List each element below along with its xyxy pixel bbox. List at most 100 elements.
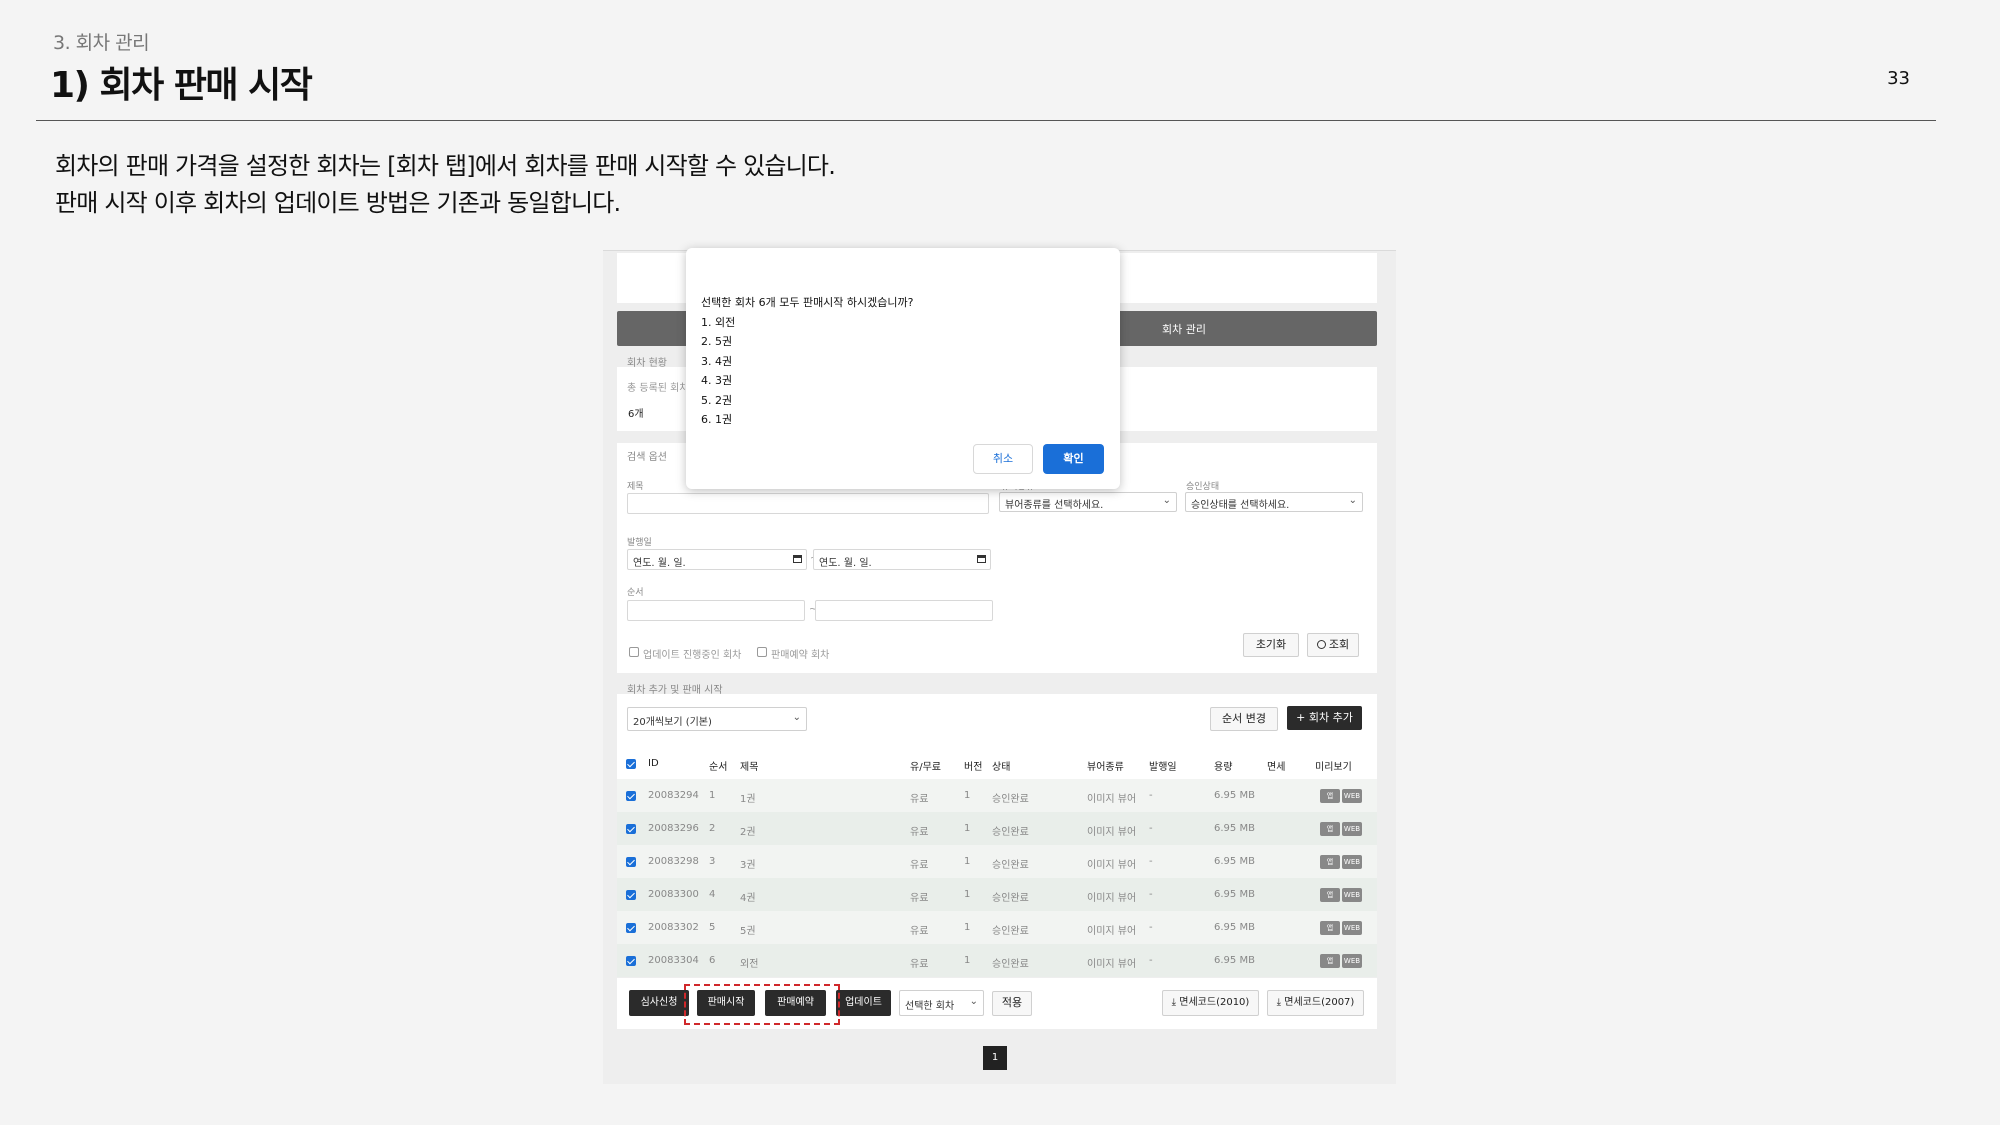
tax-code-2007-button[interactable]: ⤓ 면세코드(2007) (1267, 990, 1364, 1016)
cell-paid: 유료 (910, 893, 929, 904)
search-button[interactable]: 조회 (1307, 633, 1359, 657)
dialog-list-item: 6. 1권 (701, 413, 733, 427)
table-row[interactable]: 20083300 4 4권 유료 1 승인완료 이미지 뷰어 - 6.95 MB 앱 WEB (617, 878, 1377, 911)
page-button-current[interactable]: 1 (983, 1046, 1007, 1070)
highlight-box (684, 984, 840, 1025)
cell-size: 6.95 MB (1214, 790, 1255, 801)
cell-title: 4권 (740, 893, 756, 904)
page-size-value: 20개씩보기 (기본) (633, 717, 712, 728)
preview-web-button[interactable]: WEB (1342, 921, 1362, 935)
cell-id: 20083296 (648, 823, 699, 834)
calendar-icon[interactable] (793, 555, 802, 563)
target-select[interactable]: 선택한 회차 ⌄ (899, 990, 984, 1016)
table-row[interactable]: 20083294 1 1권 유료 1 승인완료 이미지 뷰어 - 6.95 MB 앱 WEB (617, 779, 1377, 812)
preview-web-button[interactable]: WEB (1342, 822, 1362, 836)
total-episodes-label: 총 등록된 회차 (627, 383, 689, 394)
cell-order: 1 (709, 790, 716, 801)
cell-title: 5권 (740, 926, 756, 937)
select-all-checkbox[interactable] (626, 759, 636, 769)
total-episodes-value: 6개 (628, 409, 644, 420)
title-field-label: 제목 (627, 482, 644, 492)
preview-app-button[interactable]: 앱 (1320, 954, 1340, 968)
row-checkbox[interactable] (626, 791, 636, 801)
preview-web-button[interactable]: WEB (1342, 888, 1362, 902)
preview-web-button[interactable]: WEB (1342, 789, 1362, 803)
dialog-list-item: 5. 2권 (701, 393, 733, 407)
table-row[interactable]: 20083304 6 외전 유료 1 승인완료 이미지 뷰어 - 6.95 MB 앱 WEB (617, 944, 1377, 977)
cell-status: 승인완료 (992, 827, 1029, 838)
preview-web-button[interactable]: WEB (1342, 855, 1362, 869)
slide-description: 회차의 판매 가격을 설정한 회차는 [회차 탭]에서 회차를 판매 시작할 수… (55, 148, 836, 222)
cell-order: 6 (709, 955, 716, 966)
cell-id: 20083304 (648, 955, 699, 966)
order-start-input[interactable] (627, 600, 805, 621)
header-order: 순서 (709, 762, 728, 773)
cell-size: 6.95 MB (1214, 955, 1255, 966)
reserved-checkbox-label: 판매예약 회차 (771, 650, 830, 661)
apply-button[interactable]: 적용 (992, 991, 1032, 1016)
viewer-type-select[interactable]: 뷰어종류를 선택하세요. ⌄ (999, 492, 1177, 512)
reorder-button[interactable]: 순서 변경 (1210, 707, 1278, 731)
row-checkbox[interactable] (626, 956, 636, 966)
chevron-down-icon: ⌄ (792, 712, 801, 723)
tax-code-2010-button[interactable]: ⤓ 면세코드(2010) (1162, 990, 1259, 1016)
cell-viewer: 이미지 뷰어 (1087, 959, 1137, 970)
date-end-value: 연도. 월. 일. (819, 558, 872, 569)
cell-viewer: 이미지 뷰어 (1087, 893, 1137, 904)
page-number: 33 (1887, 68, 1910, 89)
preview-app-button[interactable]: 앱 (1320, 822, 1340, 836)
row-checkbox[interactable] (626, 824, 636, 834)
dialog-list-item: 3. 4권 (701, 354, 733, 368)
cell-status: 승인완료 (992, 959, 1029, 970)
dialog-list-item: 1. 외전 (701, 316, 736, 329)
search-icon (1316, 640, 1326, 649)
target-select-value: 선택한 회차 (905, 1001, 955, 1012)
cell-id: 20083294 (648, 790, 699, 801)
preview-web-button[interactable]: WEB (1342, 954, 1362, 968)
approval-status-select[interactable]: 승인상태를 선택하세요. ⌄ (1185, 492, 1363, 512)
cell-paid: 유료 (910, 827, 929, 838)
page-size-select[interactable]: 20개씩보기 (기본) ⌄ (627, 707, 807, 731)
table-row[interactable]: 20083296 2 2권 유료 1 승인완료 이미지 뷰어 - 6.95 MB 앱 WEB (617, 812, 1377, 845)
cell-size: 6.95 MB (1214, 922, 1255, 933)
cell-paid: 유료 (910, 794, 929, 805)
cancel-button[interactable]: 취소 (973, 444, 1033, 474)
updating-checkbox[interactable] (629, 647, 639, 657)
date-end-input[interactable]: 연도. 월. 일. (813, 549, 991, 570)
cell-viewer: 이미지 뷰어 (1087, 827, 1137, 838)
preview-app-button[interactable]: 앱 (1320, 789, 1340, 803)
preview-app-button[interactable]: 앱 (1320, 855, 1340, 869)
table-row[interactable]: 20083302 5 5권 유료 1 승인완료 이미지 뷰어 - 6.95 MB 앱 WEB (617, 911, 1377, 944)
table-row[interactable]: 20083298 3 3권 유료 1 승인완료 이미지 뷰어 - 6.95 MB 앱 WEB (617, 845, 1377, 878)
cell-version: 1 (964, 790, 971, 801)
review-request-button[interactable]: 심사신청 (629, 990, 689, 1016)
reset-button[interactable]: 초기화 (1243, 633, 1299, 657)
preview-app-button[interactable]: 앱 (1320, 888, 1340, 902)
row-checkbox[interactable] (626, 857, 636, 867)
description-line-1: 회차의 판매 가격을 설정한 회차는 [회차 탭]에서 회차를 판매 시작할 수… (55, 152, 836, 180)
slide-title: 1) 회차 판매 시작 (50, 65, 313, 106)
section-label: 3. 회차 관리 (53, 32, 150, 54)
reserved-checkbox[interactable] (757, 647, 767, 657)
title-input[interactable] (627, 493, 989, 514)
download-icon: ⤓ (1171, 997, 1177, 1008)
confirm-button[interactable]: 확인 (1043, 444, 1104, 474)
update-button[interactable]: 업데이트 (836, 990, 891, 1016)
cell-date: - (1149, 790, 1153, 801)
approval-status-value: 승인상태를 선택하세요. (1191, 500, 1290, 511)
header-version: 버전 (964, 762, 983, 773)
row-checkbox[interactable] (626, 923, 636, 933)
add-episode-button[interactable]: + 회차 추가 (1287, 706, 1362, 730)
date-start-input[interactable]: 연도. 월. 일. (627, 549, 807, 570)
cell-date: - (1149, 856, 1153, 867)
header-status: 상태 (992, 762, 1011, 773)
header-id: ID (648, 758, 659, 769)
cell-version: 1 (964, 955, 971, 966)
order-end-input[interactable] (815, 600, 993, 621)
list-toolbar: 20개씩보기 (기본) ⌄ 순서 변경 + 회차 추가 (617, 694, 1377, 749)
cell-id: 20083298 (648, 856, 699, 867)
header-paid: 유/무료 (910, 762, 941, 773)
preview-app-button[interactable]: 앱 (1320, 921, 1340, 935)
calendar-icon[interactable] (977, 555, 986, 563)
row-checkbox[interactable] (626, 890, 636, 900)
